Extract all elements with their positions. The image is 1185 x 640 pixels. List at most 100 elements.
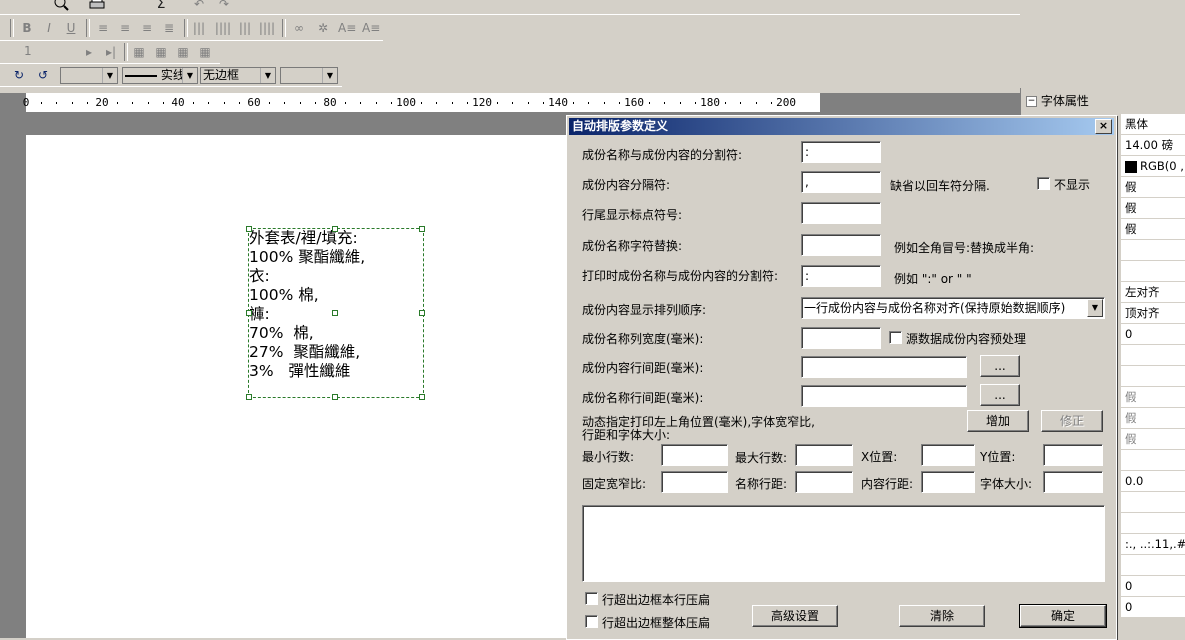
property-value[interactable]: 左对齐 [1121,282,1185,303]
y-pos-input[interactable] [1043,444,1103,466]
name-line-input[interactable] [795,471,853,493]
resize-handle[interactable] [332,394,338,400]
preview-icon[interactable] [52,0,70,13]
close-button[interactable]: × [1095,119,1112,134]
max-rows-input[interactable] [795,444,853,466]
x-pos-input[interactable] [921,444,975,466]
resize-handle[interactable] [419,310,425,316]
text-a2-icon[interactable]: A≡ [362,19,380,37]
color-select[interactable]: ▼ [60,67,118,84]
print-icon[interactable] [88,0,106,13]
position-list[interactable] [582,505,1105,582]
property-values: 黑体 14.00 磅 RGB(0 , 假假假左对齐 顶对齐 0 假假假 0.0:., ..:.… [1121,114,1185,618]
font-size-input[interactable] [1043,471,1103,493]
layer-icon[interactable]: ▦ [152,43,170,61]
resize-handle[interactable] [246,310,252,316]
min-rows-input[interactable] [661,444,728,466]
property-value[interactable]: 顶对齐 [1121,303,1185,324]
property-value[interactable] [1121,345,1185,366]
resize-handle[interactable] [419,226,425,232]
property-value[interactable] [1121,261,1185,282]
property-value[interactable]: 黑体 [1121,114,1185,135]
advanced-settings-button[interactable]: 高级设置 [752,605,838,627]
content-sep-input[interactable]: , [801,171,881,193]
layer-icon[interactable]: ▦ [130,43,148,61]
break-link-icon[interactable]: ✲ [314,19,332,37]
property-value[interactable]: 0 [1121,597,1185,618]
add-button[interactable]: 增加 [967,410,1029,432]
sigma-icon[interactable]: Σ [152,0,170,13]
clear-button[interactable]: 清除 [899,605,985,627]
print-sep-input[interactable]: : [801,265,881,287]
align-center-icon[interactable]: ≡ [116,19,134,37]
overflow-all-checkbox[interactable] [585,615,598,628]
property-value[interactable]: :., ..:.11,.# [1121,534,1185,555]
col-width-input[interactable] [801,327,881,349]
property-value[interactable]: 假 [1121,177,1185,198]
hide-checkbox[interactable] [1037,177,1050,190]
property-value[interactable]: 14.00 磅 [1121,135,1185,156]
dialog-titlebar[interactable]: 自动排版参数定义 × [569,118,1114,135]
rotate-icon[interactable]: ↻ [10,66,28,84]
resize-handle[interactable] [246,394,252,400]
property-value[interactable]: 假 [1121,408,1185,429]
property-value[interactable]: 假 [1121,429,1185,450]
order-select[interactable]: 一行成份内容与成份名称对齐(保持原始数据顺序) ▼ [801,297,1105,319]
content-spacing-browse-button[interactable]: ... [980,355,1020,377]
property-value[interactable] [1121,366,1185,387]
collapse-icon[interactable]: − [1026,96,1037,107]
extra-select[interactable]: ▼ [280,67,338,84]
content-line-input[interactable] [921,471,975,493]
barcode-icon[interactable]: |||| [214,19,232,37]
barcode-icon[interactable]: ||| [236,19,254,37]
barcode-icon[interactable]: |||| [258,19,276,37]
justify-icon[interactable]: ≣ [160,19,178,37]
property-value[interactable] [1121,240,1185,261]
name-spacing-browse-button[interactable]: ... [980,384,1020,406]
resize-handle[interactable] [246,226,252,232]
line-style-select[interactable]: 实线 ▼ [122,67,198,84]
property-value[interactable]: 假 [1121,198,1185,219]
property-value[interactable]: 0 [1121,324,1185,345]
property-value[interactable] [1121,555,1185,576]
property-value[interactable] [1121,450,1185,471]
resize-handle[interactable] [332,226,338,232]
property-value[interactable]: RGB(0 , [1121,156,1185,177]
ratio-input[interactable] [661,471,728,493]
name-content-sep-input[interactable]: : [801,141,881,163]
modify-button[interactable]: 修正 [1041,410,1103,432]
preprocess-checkbox[interactable] [889,331,902,344]
last-page-icon[interactable]: ▸| [102,43,120,61]
link-icon[interactable]: ∞ [290,19,308,37]
name-spacing-input[interactable] [801,385,967,407]
property-group-header[interactable]: − 字体属性 [1026,92,1121,110]
property-value[interactable]: 0.0 [1121,471,1185,492]
align-right-icon[interactable]: ≡ [138,19,156,37]
layer-icon[interactable]: ▦ [196,43,214,61]
next-page-icon[interactable]: ▸ [80,43,98,61]
bold-button[interactable]: B [18,19,36,37]
property-value[interactable] [1121,513,1185,534]
align-left-icon[interactable]: ≡ [94,19,112,37]
resize-handle[interactable] [332,310,338,316]
text-a-icon[interactable]: A≡ [338,19,356,37]
line-end-input[interactable] [801,202,881,224]
content-spacing-input[interactable] [801,356,967,378]
property-value[interactable]: 0 [1121,576,1185,597]
underline-button[interactable]: U [62,19,80,37]
undo-icon[interactable]: ↶ [190,0,208,13]
layer-icon[interactable]: ▦ [174,43,192,61]
ok-button[interactable]: 确定 [1019,604,1107,628]
resize-handle[interactable] [419,394,425,400]
border-select[interactable]: 无边框 ▼ [200,67,276,84]
property-value[interactable]: 假 [1121,387,1185,408]
redo-icon[interactable]: ↷ [215,0,233,13]
chevron-down-icon[interactable]: ▼ [1087,299,1103,317]
property-value[interactable] [1121,492,1185,513]
overflow-row-checkbox[interactable] [585,592,598,605]
rotate-back-icon[interactable]: ↺ [34,66,52,84]
barcode-icon[interactable]: ||| [190,19,208,37]
property-value[interactable]: 假 [1121,219,1185,240]
italic-button[interactable]: I [40,19,58,37]
replace-input[interactable] [801,234,881,256]
